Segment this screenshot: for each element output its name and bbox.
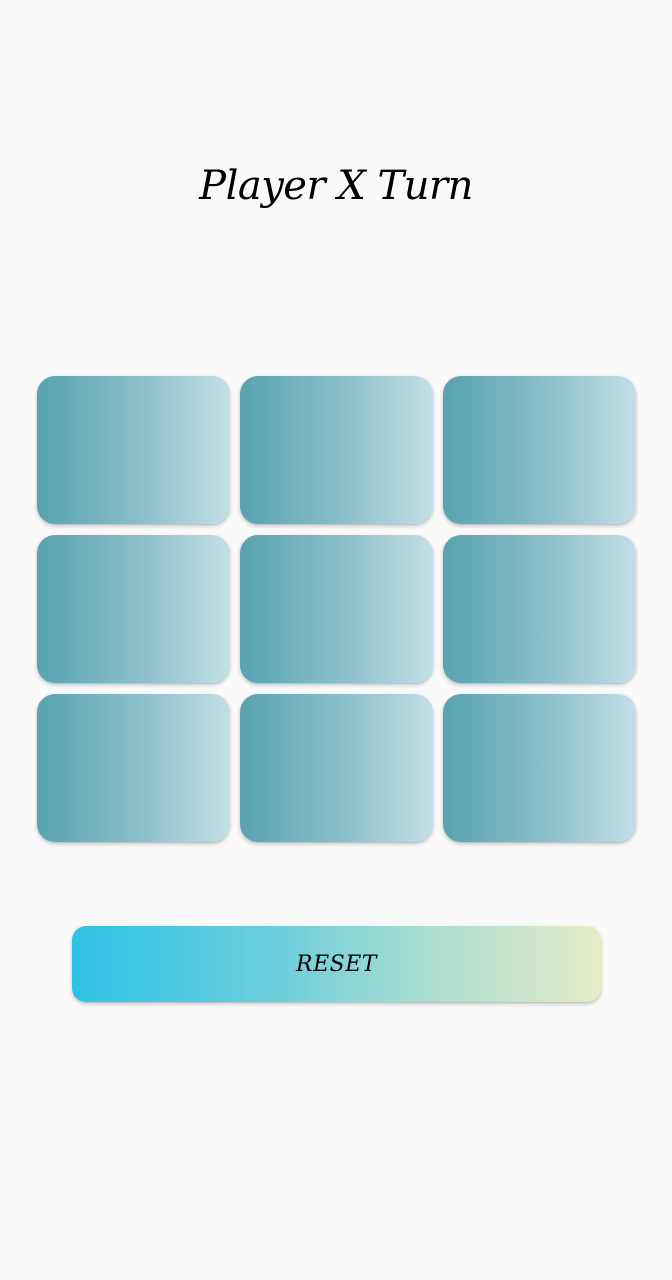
board-cell-9[interactable] bbox=[443, 694, 636, 842]
board-cell-7[interactable] bbox=[37, 694, 230, 842]
board-cell-1[interactable] bbox=[37, 376, 230, 524]
board-cell-4[interactable] bbox=[37, 535, 230, 683]
board-cell-8[interactable] bbox=[240, 694, 433, 842]
reset-button-label: RESET bbox=[296, 951, 377, 977]
board-cell-5[interactable] bbox=[240, 535, 433, 683]
reset-button[interactable]: RESET bbox=[72, 926, 601, 1002]
turn-status-title: Player X Turn bbox=[199, 163, 473, 209]
game-board bbox=[37, 376, 636, 842]
board-cell-6[interactable] bbox=[443, 535, 636, 683]
board-cell-3[interactable] bbox=[443, 376, 636, 524]
board-cell-2[interactable] bbox=[240, 376, 433, 524]
